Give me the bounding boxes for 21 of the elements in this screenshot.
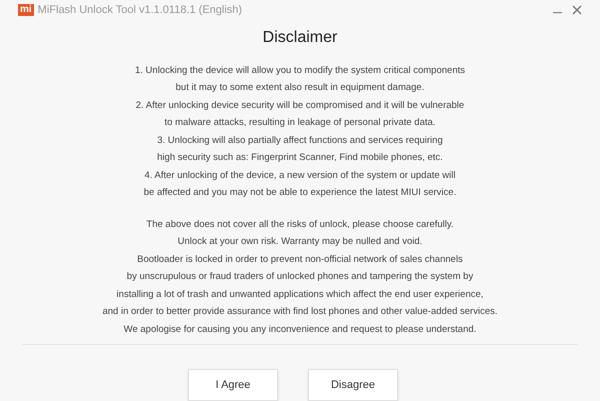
disclaimer-line: Unlock at your own risk. Warranty may be nulled and void. bbox=[178, 235, 422, 249]
disclaimer-line: be affected and you may not be able to experience the latest MIUI service. bbox=[144, 186, 456, 200]
dialog-heading: Disclaimer bbox=[262, 28, 338, 48]
disclaimer-line: by unscrupulous or fraud traders of unlocked phones and tampering the system by bbox=[126, 270, 474, 284]
disclaimer-line: 2. After unlocking device security will be compromised and it will be vulnerable bbox=[136, 98, 464, 112]
disclaimer-line: installing a lot of trash and unwanted applications which affect the end user experience, bbox=[116, 288, 484, 302]
disclaimer-line: The above does not cover all the risks of unlock, please choose carefully. bbox=[146, 218, 454, 232]
disclaimer-line: We apologise for causing you any inconvenience and request to please understand. bbox=[124, 322, 476, 336]
disagree-button[interactable]: Disagree bbox=[308, 369, 398, 401]
disclaimer-line: high security such as: Fingerprint Scanner, Find mobile phones, etc. bbox=[157, 151, 443, 165]
disclaimer-line: to malware attacks, resulting in leakage of personal private data. bbox=[164, 116, 436, 130]
disclaimer-line: Bootloader is locked in order to prevent non-official network of sales channels bbox=[137, 252, 463, 266]
disclaimer-line: but it may to some extent also result in equipment damage. bbox=[176, 81, 424, 95]
disclaimer-line: 3. Unlocking will also partially affect functions and services requiring bbox=[157, 134, 443, 148]
disclaimer-line: 4. After unlocking of the device, a new version of the system or update will bbox=[144, 168, 456, 182]
close-icon[interactable] bbox=[572, 4, 582, 15]
disclaimer-line: and in order to better provide assurance with find lost phones and other value-added services. bbox=[102, 305, 498, 319]
agree-button[interactable]: I Agree bbox=[188, 369, 278, 401]
disclaimer-line: 1. Unlocking the device will allow you to modify the system critical components bbox=[134, 64, 465, 78]
window-title: MiFlash Unlock Tool v1.1.0118.1 (English) bbox=[38, 2, 242, 18]
app-logo: mi bbox=[18, 4, 34, 16]
